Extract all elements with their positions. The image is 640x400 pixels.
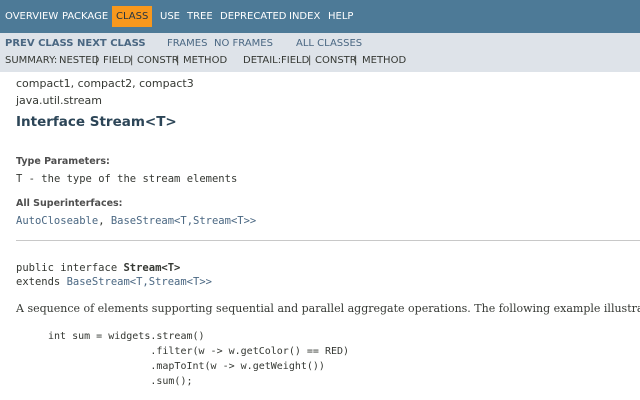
detail-constr: CONSTR — [315, 55, 357, 66]
nav-overview[interactable]: OVERVIEW — [5, 10, 58, 23]
superinterface-basestream-link[interactable]: BaseStream<T,Stream<T>> — [111, 215, 256, 227]
separator: | — [130, 55, 134, 66]
nav-use[interactable]: USE — [160, 10, 180, 23]
sub-nav-bar: PREV CLASS NEXT CLASS FRAMES NO FRAMES A… — [0, 33, 640, 72]
extends-basestream-link[interactable]: BaseStream<T,Stream<T>> — [67, 276, 212, 288]
summary-field: FIELD — [103, 55, 132, 66]
separator: | — [95, 55, 99, 66]
type-param-row: T - the type of the stream elements — [16, 173, 237, 185]
superinterface-sep: , — [98, 215, 111, 227]
nav-deprecated[interactable]: DEPRECATED — [220, 10, 287, 23]
detail-method: METHOD — [362, 55, 407, 66]
next-class-link[interactable]: NEXT CLASS — [77, 38, 146, 50]
summary-constr: CONSTR — [137, 55, 179, 66]
code-line: .filter(w -> w.getColor() == RED) — [48, 346, 350, 357]
summary-label: SUMMARY: — [5, 55, 58, 66]
nav-package[interactable]: PACKAGE — [62, 10, 108, 23]
code-line: int sum = widgets.stream() — [48, 331, 205, 342]
code-line: .sum(); — [48, 376, 193, 387]
separator: | — [176, 55, 180, 66]
type-param-dash: - — [22, 173, 42, 185]
section-divider — [16, 240, 640, 241]
package-name: java.util.stream — [16, 94, 102, 107]
type-param-desc: the type of the stream elements — [41, 173, 238, 185]
page-title: Interface Stream<T> — [16, 114, 177, 130]
nav-class[interactable]: CLASS — [112, 6, 153, 27]
detail-label: DETAIL: — [243, 55, 282, 66]
signature-prefix: public interface — [16, 262, 124, 274]
superinterfaces-list: AutoCloseable, BaseStream<T,Stream<T>> — [16, 215, 256, 227]
prev-class-link[interactable]: PREV CLASS — [5, 38, 74, 50]
superinterface-autocloseable-link[interactable]: AutoCloseable — [16, 215, 98, 227]
type-params-label: Type Parameters: — [16, 156, 110, 167]
profiles-text: compact1, compact2, compact3 — [16, 77, 194, 90]
nav-tree[interactable]: TREE — [187, 10, 213, 23]
nav-help[interactable]: HELP — [328, 10, 353, 23]
all-classes-link[interactable]: ALL CLASSES — [296, 38, 362, 50]
separator: | — [308, 55, 312, 66]
no-frames-link[interactable]: NO FRAMES — [214, 38, 273, 50]
nav-index[interactable]: INDEX — [289, 10, 320, 23]
separator: | — [354, 55, 358, 66]
frames-link[interactable]: FRAMES — [167, 38, 207, 50]
signature-name: Stream<T> — [123, 262, 181, 274]
superinterfaces-label: All Superinterfaces: — [16, 198, 123, 209]
summary-nested: NESTED — [59, 55, 100, 66]
detail-field: FIELD — [281, 55, 310, 66]
code-line: .mapToInt(w -> w.getWeight()) — [48, 361, 325, 372]
top-nav-bar: OVERVIEW PACKAGE CLASS USE TREE DEPRECAT… — [0, 0, 640, 33]
extends-line: extends BaseStream<T,Stream<T>> — [16, 276, 212, 288]
extends-keyword: extends — [16, 276, 67, 288]
signature-line: public interface Stream<T> — [16, 262, 180, 274]
summary-method: METHOD — [183, 55, 228, 66]
description-text: A sequence of elements supporting sequen… — [16, 302, 640, 315]
